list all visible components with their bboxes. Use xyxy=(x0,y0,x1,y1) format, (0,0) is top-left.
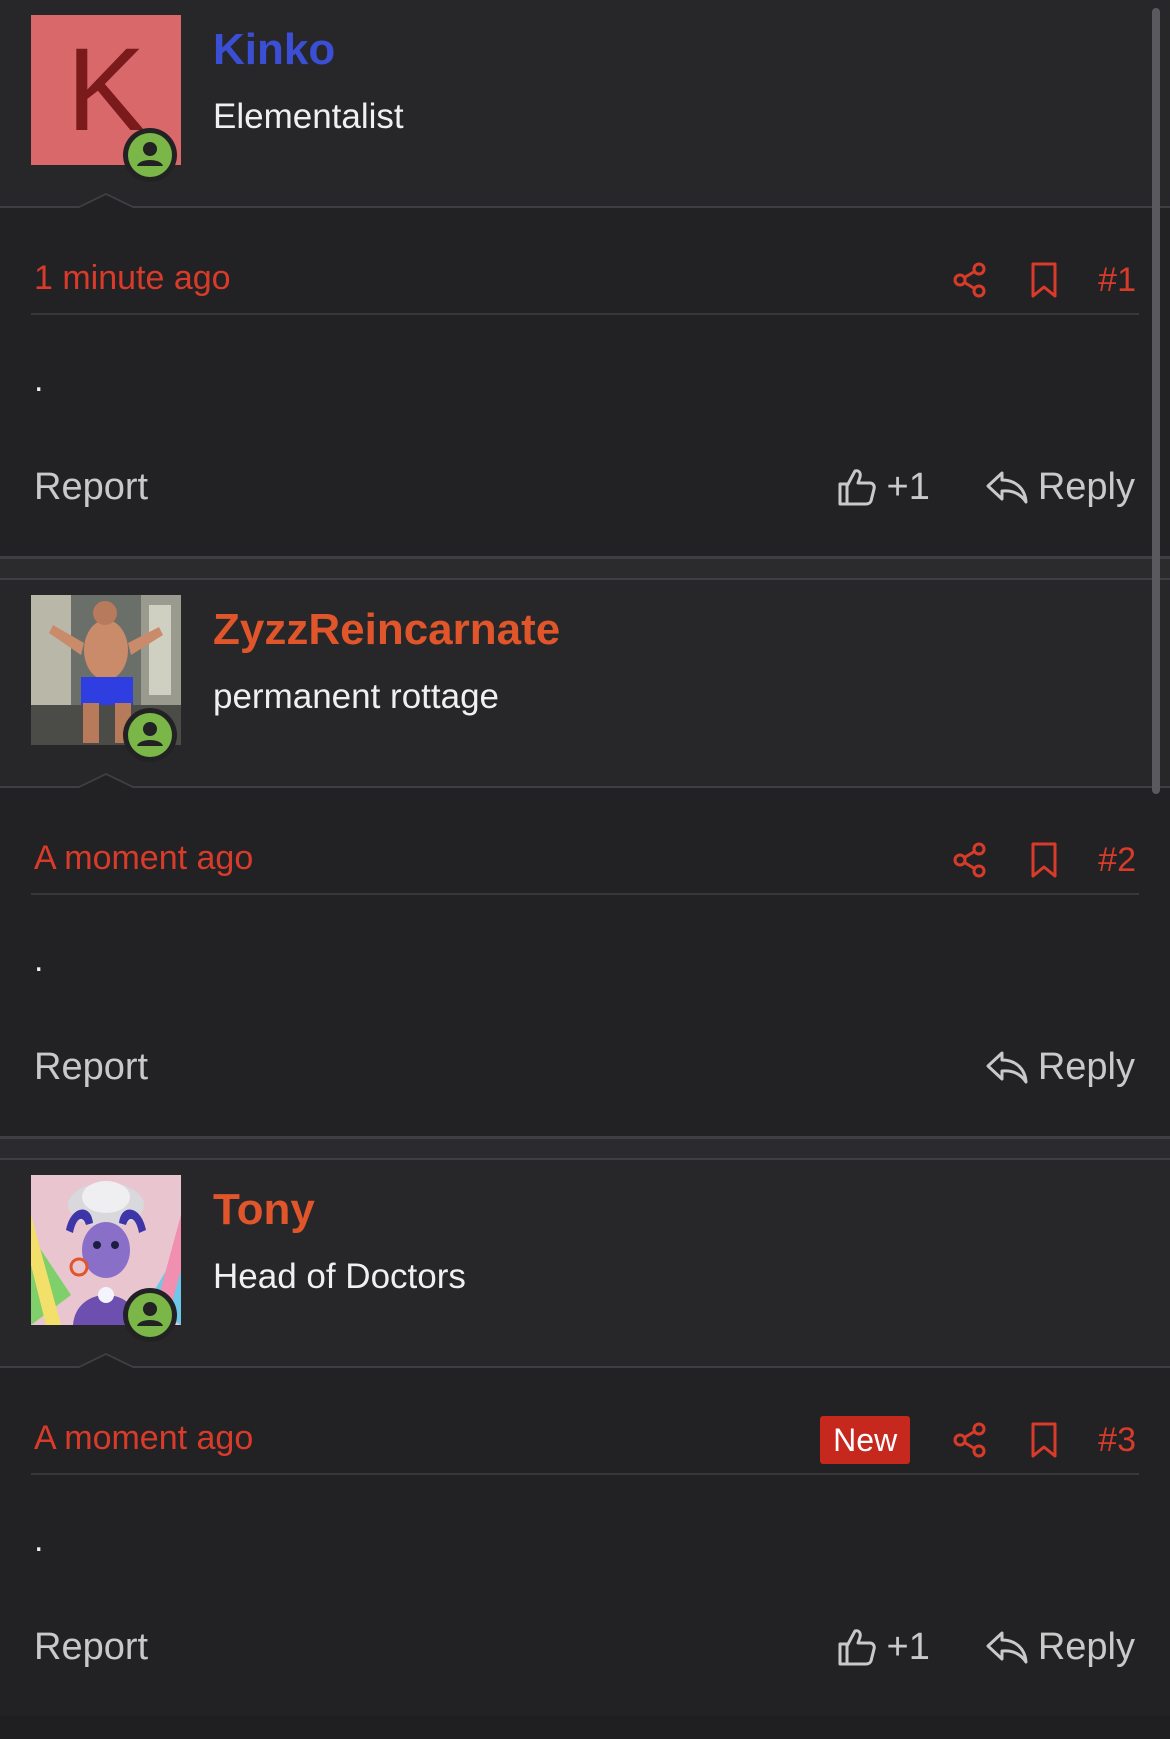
bookmark-icon[interactable] xyxy=(1024,1420,1064,1460)
thumbs-up-icon xyxy=(838,469,876,506)
header-notch xyxy=(75,193,137,209)
post-footer: Report +1 Reply xyxy=(31,1619,1139,1675)
post-meta-actions: #1 xyxy=(950,250,1139,310)
reply-icon xyxy=(986,1631,1028,1664)
like-count: +1 xyxy=(886,466,930,508)
post-2: ZyzzReincarnate permanent rottage A mome… xyxy=(0,580,1170,1136)
reply-icon xyxy=(986,1051,1028,1084)
post-timestamp[interactable]: A moment ago xyxy=(34,838,253,878)
reply-icon xyxy=(986,471,1028,504)
divider xyxy=(31,1473,1139,1475)
post-footer-actions: +1 Reply xyxy=(835,1619,1135,1675)
post-meta: 1 minute ago #1 xyxy=(31,250,1139,310)
divider xyxy=(31,313,1139,315)
online-status-icon xyxy=(123,708,177,762)
reply-label: Reply xyxy=(1037,1046,1135,1088)
reply-label: Reply xyxy=(1037,1626,1135,1668)
post-content: . xyxy=(34,1521,44,1559)
post-meta-actions: New #3 xyxy=(820,1410,1139,1470)
online-status-icon xyxy=(123,1288,177,1342)
post-meta-actions: #2 xyxy=(950,830,1139,890)
post-1: K Kinko Elementalist 1 minute ago #1 . R… xyxy=(0,0,1170,556)
like-count: +1 xyxy=(886,1626,930,1668)
reply-button[interactable]: Reply xyxy=(984,1625,1135,1669)
post-content: . xyxy=(34,361,44,399)
post-3: Tony Head of Doctors A moment ago New #3 xyxy=(0,1160,1170,1716)
header-notch xyxy=(75,773,137,789)
post-timestamp[interactable]: 1 minute ago xyxy=(34,258,231,298)
like-button[interactable]: +1 xyxy=(835,1625,930,1669)
header-notch xyxy=(75,1353,137,1369)
post-number[interactable]: #1 xyxy=(1098,260,1139,300)
reply-label: Reply xyxy=(1037,466,1135,508)
user-title: Elementalist xyxy=(213,97,404,136)
post-footer-actions: Reply xyxy=(984,1039,1135,1095)
divider xyxy=(31,893,1139,895)
report-button[interactable]: Report xyxy=(34,1625,148,1669)
divider xyxy=(0,786,1170,788)
post-meta: A moment ago New #3 xyxy=(31,1410,1139,1470)
new-badge: New xyxy=(820,1416,911,1464)
post-footer: Report Reply xyxy=(31,1039,1139,1095)
reply-button[interactable]: Reply xyxy=(984,465,1135,509)
bookmark-icon[interactable] xyxy=(1024,840,1064,880)
post-footer: Report +1 Reply xyxy=(31,459,1139,515)
username[interactable]: ZyzzReincarnate xyxy=(213,604,560,656)
share-icon[interactable] xyxy=(950,840,990,880)
user-title: Head of Doctors xyxy=(213,1257,466,1296)
report-button[interactable]: Report xyxy=(34,465,148,509)
username[interactable]: Kinko xyxy=(213,24,335,76)
reply-button[interactable]: Reply xyxy=(984,1045,1135,1089)
post-meta: A moment ago #2 xyxy=(31,830,1139,890)
post-separator xyxy=(0,556,1170,580)
share-icon[interactable] xyxy=(950,260,990,300)
divider xyxy=(0,206,1170,208)
report-button[interactable]: Report xyxy=(34,1045,148,1089)
post-content: . xyxy=(34,941,44,979)
user-title: permanent rottage xyxy=(213,677,500,716)
post-separator xyxy=(0,1136,1170,1160)
divider xyxy=(0,1366,1170,1368)
post-number[interactable]: #3 xyxy=(1098,1420,1139,1460)
post-number[interactable]: #2 xyxy=(1098,840,1139,880)
username[interactable]: Tony xyxy=(213,1184,315,1236)
scrollbar[interactable] xyxy=(1152,8,1160,794)
thread-page: K Kinko Elementalist 1 minute ago #1 . R… xyxy=(0,0,1170,1739)
post-timestamp[interactable]: A moment ago xyxy=(34,1418,253,1458)
online-status-icon xyxy=(123,128,177,182)
bookmark-icon[interactable] xyxy=(1024,260,1064,300)
share-icon[interactable] xyxy=(950,1420,990,1460)
post-footer-actions: +1 Reply xyxy=(835,459,1135,515)
like-button[interactable]: +1 xyxy=(835,465,930,509)
thumbs-up-icon xyxy=(838,1629,876,1666)
